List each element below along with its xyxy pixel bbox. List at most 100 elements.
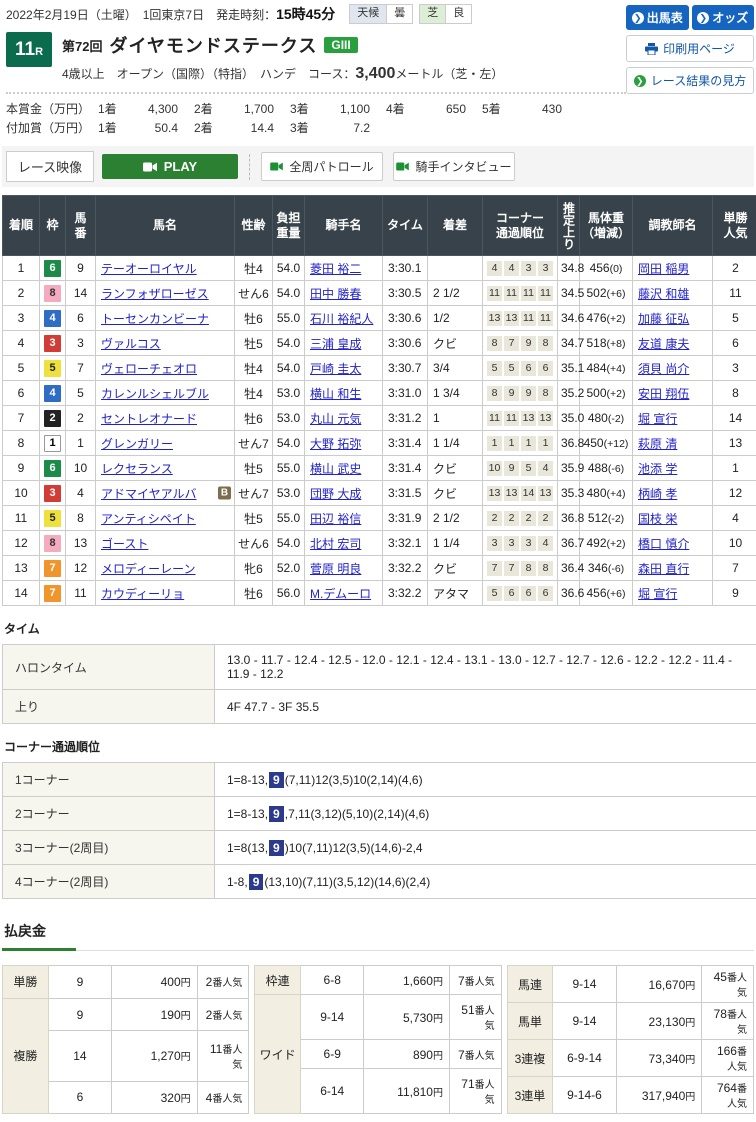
horse-name-link[interactable]: グレンガリー <box>101 437 173 451</box>
margin: 2 1/2 <box>428 506 483 531</box>
horse-weight-diff: (+4) <box>607 363 626 375</box>
horse-number: 3 <box>66 331 96 356</box>
horse-name-link[interactable]: メロディーレーン <box>101 562 196 576</box>
horse-name-cell: ヴェローチェオロ <box>96 356 235 381</box>
horse-number: 9 <box>66 256 96 281</box>
carried-weight: 54.0 <box>273 356 305 381</box>
jockey-link[interactable]: 菱田 裕二 <box>310 262 361 276</box>
trainer-link[interactable]: 堀 宣行 <box>638 587 677 601</box>
payout-combination: 14 <box>48 1031 112 1081</box>
trainer-cell: 須貝 尚介 <box>633 356 713 381</box>
horse-number: 7 <box>66 356 96 381</box>
horse-name-link[interactable]: ゴースト <box>101 537 148 551</box>
jockey-link[interactable]: 団野 大成 <box>310 487 361 501</box>
jockey-interview-button[interactable]: 騎手インタビュー <box>393 152 515 181</box>
jockey-link[interactable]: 横山 武史 <box>310 462 361 476</box>
trainer-link[interactable]: 池添 学 <box>638 462 677 476</box>
finish-time: 3:31.2 <box>383 406 428 431</box>
horse-name-link[interactable]: カウディーリョ <box>101 587 184 601</box>
jockey-link[interactable]: M.デムーロ <box>310 587 371 601</box>
sex-age: 牡5 <box>235 331 273 356</box>
horse-weight-diff: (+8) <box>607 338 626 350</box>
bet-type-label: 枠連 <box>255 966 301 995</box>
prize-place-label: 1着 <box>98 119 128 138</box>
trainer-link[interactable]: 加藤 征弘 <box>638 312 689 326</box>
winner-highlight: 9 <box>269 806 284 822</box>
jockey-link[interactable]: 横山 和生 <box>310 387 361 401</box>
trainer-link[interactable]: 藤沢 和雄 <box>638 287 689 301</box>
horse-number: 8 <box>66 506 96 531</box>
play-button[interactable]: PLAY <box>102 154 238 179</box>
payout-favorite-rank: 166番人気 <box>702 1040 754 1077</box>
trainer-link[interactable]: 森田 直行 <box>638 562 689 576</box>
horse-name-link[interactable]: セントレオナード <box>101 412 197 426</box>
finish-position: 2 <box>3 281 40 306</box>
finish-position: 7 <box>3 406 40 431</box>
horse-name-link[interactable]: レクセランス <box>101 462 173 476</box>
corner-position-box: 11 <box>487 411 502 426</box>
carried-weight: 55.0 <box>273 456 305 481</box>
jockey-link[interactable]: 丸山 元気 <box>310 412 361 426</box>
corner-position-box: 13 <box>504 486 519 501</box>
carried-weight: 54.0 <box>273 431 305 456</box>
finish-time: 3:32.2 <box>383 556 428 581</box>
jockey-link[interactable]: 田辺 裕信 <box>310 512 361 526</box>
win-favorite-rank: 7 <box>713 556 756 581</box>
horse-name-link[interactable]: ランフォザローゼス <box>101 287 209 301</box>
result-guide-button[interactable]: ❯ レース結果の見方 <box>626 67 754 94</box>
finish-position: 10 <box>3 481 40 506</box>
jockey-link[interactable]: 北村 宏司 <box>310 537 361 551</box>
jockey-cell: 三浦 皇成 <box>305 331 383 356</box>
favorite-suffix: 番人気 <box>465 1051 495 1062</box>
jockey-link[interactable]: 戸崎 圭太 <box>310 362 361 376</box>
horse-name-link[interactable]: ヴァルコス <box>101 337 161 351</box>
horse-name-link[interactable]: トーセンカンビーナ <box>101 312 209 326</box>
trainer-link[interactable]: 安田 翔伍 <box>638 387 689 401</box>
entries-button[interactable]: ❯出馬表 <box>626 5 689 30</box>
horse-weight: 476(+2) <box>580 306 633 331</box>
prize-added-label: 付加賞（万円） <box>6 119 98 138</box>
frame-color-box: 6 <box>44 460 61 477</box>
trainer-link[interactable]: 柄崎 孝 <box>638 487 677 501</box>
print-page-button[interactable]: 印刷用ページ <box>626 35 754 62</box>
corner-positions: 11111111 <box>483 281 558 306</box>
payout-amount: 16,670円 <box>616 966 702 1003</box>
printer-icon <box>645 43 658 55</box>
jockey-link[interactable]: 大野 拓弥 <box>310 437 361 451</box>
yen-suffix: 円 <box>685 1055 695 1066</box>
bet-type-label: 3連複 <box>507 1040 553 1077</box>
horse-name-link[interactable]: アンティシペイト <box>101 512 196 526</box>
corner-position-box: 8 <box>521 561 536 576</box>
trainer-link[interactable]: 萩原 清 <box>638 437 677 451</box>
horse-name-cell: カレンルシェルブル <box>96 381 235 406</box>
margin <box>428 256 483 281</box>
jockey-link[interactable]: 石川 裕紀人 <box>310 312 373 326</box>
time-table: ハロンタイム13.0 - 11.7 - 12.4 - 12.5 - 12.0 -… <box>2 644 756 724</box>
corner-row-label: 2コーナー <box>3 797 215 831</box>
horse-weight: 456(+6) <box>580 581 633 606</box>
trainer-link[interactable]: 岡田 稲男 <box>638 262 689 276</box>
sex-age: 牡5 <box>235 506 273 531</box>
corner-row-label: 1コーナー <box>3 763 215 797</box>
horse-name-link[interactable]: ヴェローチェオロ <box>101 362 197 376</box>
payout-row: 3連複6-9-1473,340円166番人気 <box>507 1040 753 1077</box>
horse-name-link[interactable]: アドマイヤアルバ <box>101 487 197 501</box>
corner-position-box: 3 <box>538 261 553 276</box>
result-row: 557ヴェローチェオロ牡454.0戸崎 圭太3:30.73/4556635.14… <box>3 356 756 381</box>
trainer-link[interactable]: 堀 宣行 <box>638 412 677 426</box>
horse-name-link[interactable]: テーオーロイヤル <box>101 262 197 276</box>
horse-name-link[interactable]: カレンルシェルブル <box>101 387 209 401</box>
trainer-link[interactable]: 国枝 栄 <box>638 512 677 526</box>
results-column-header: 着差 <box>428 196 483 256</box>
corner-position-box: 3 <box>504 536 519 551</box>
trainer-link[interactable]: 須貝 尚介 <box>638 362 689 376</box>
trainer-link[interactable]: 橋口 慎介 <box>638 537 689 551</box>
odds-button[interactable]: ❯オッズ <box>692 5 755 30</box>
jockey-link[interactable]: 三浦 皇成 <box>310 337 361 351</box>
patrol-video-button[interactable]: 全周パトロール <box>261 152 383 181</box>
vertical-divider <box>249 154 250 180</box>
jockey-link[interactable]: 田中 勝春 <box>310 287 361 301</box>
trainer-link[interactable]: 友道 康夫 <box>638 337 689 351</box>
last-3f-time: 34.7 <box>558 331 580 356</box>
jockey-link[interactable]: 菅原 明良 <box>310 562 361 576</box>
